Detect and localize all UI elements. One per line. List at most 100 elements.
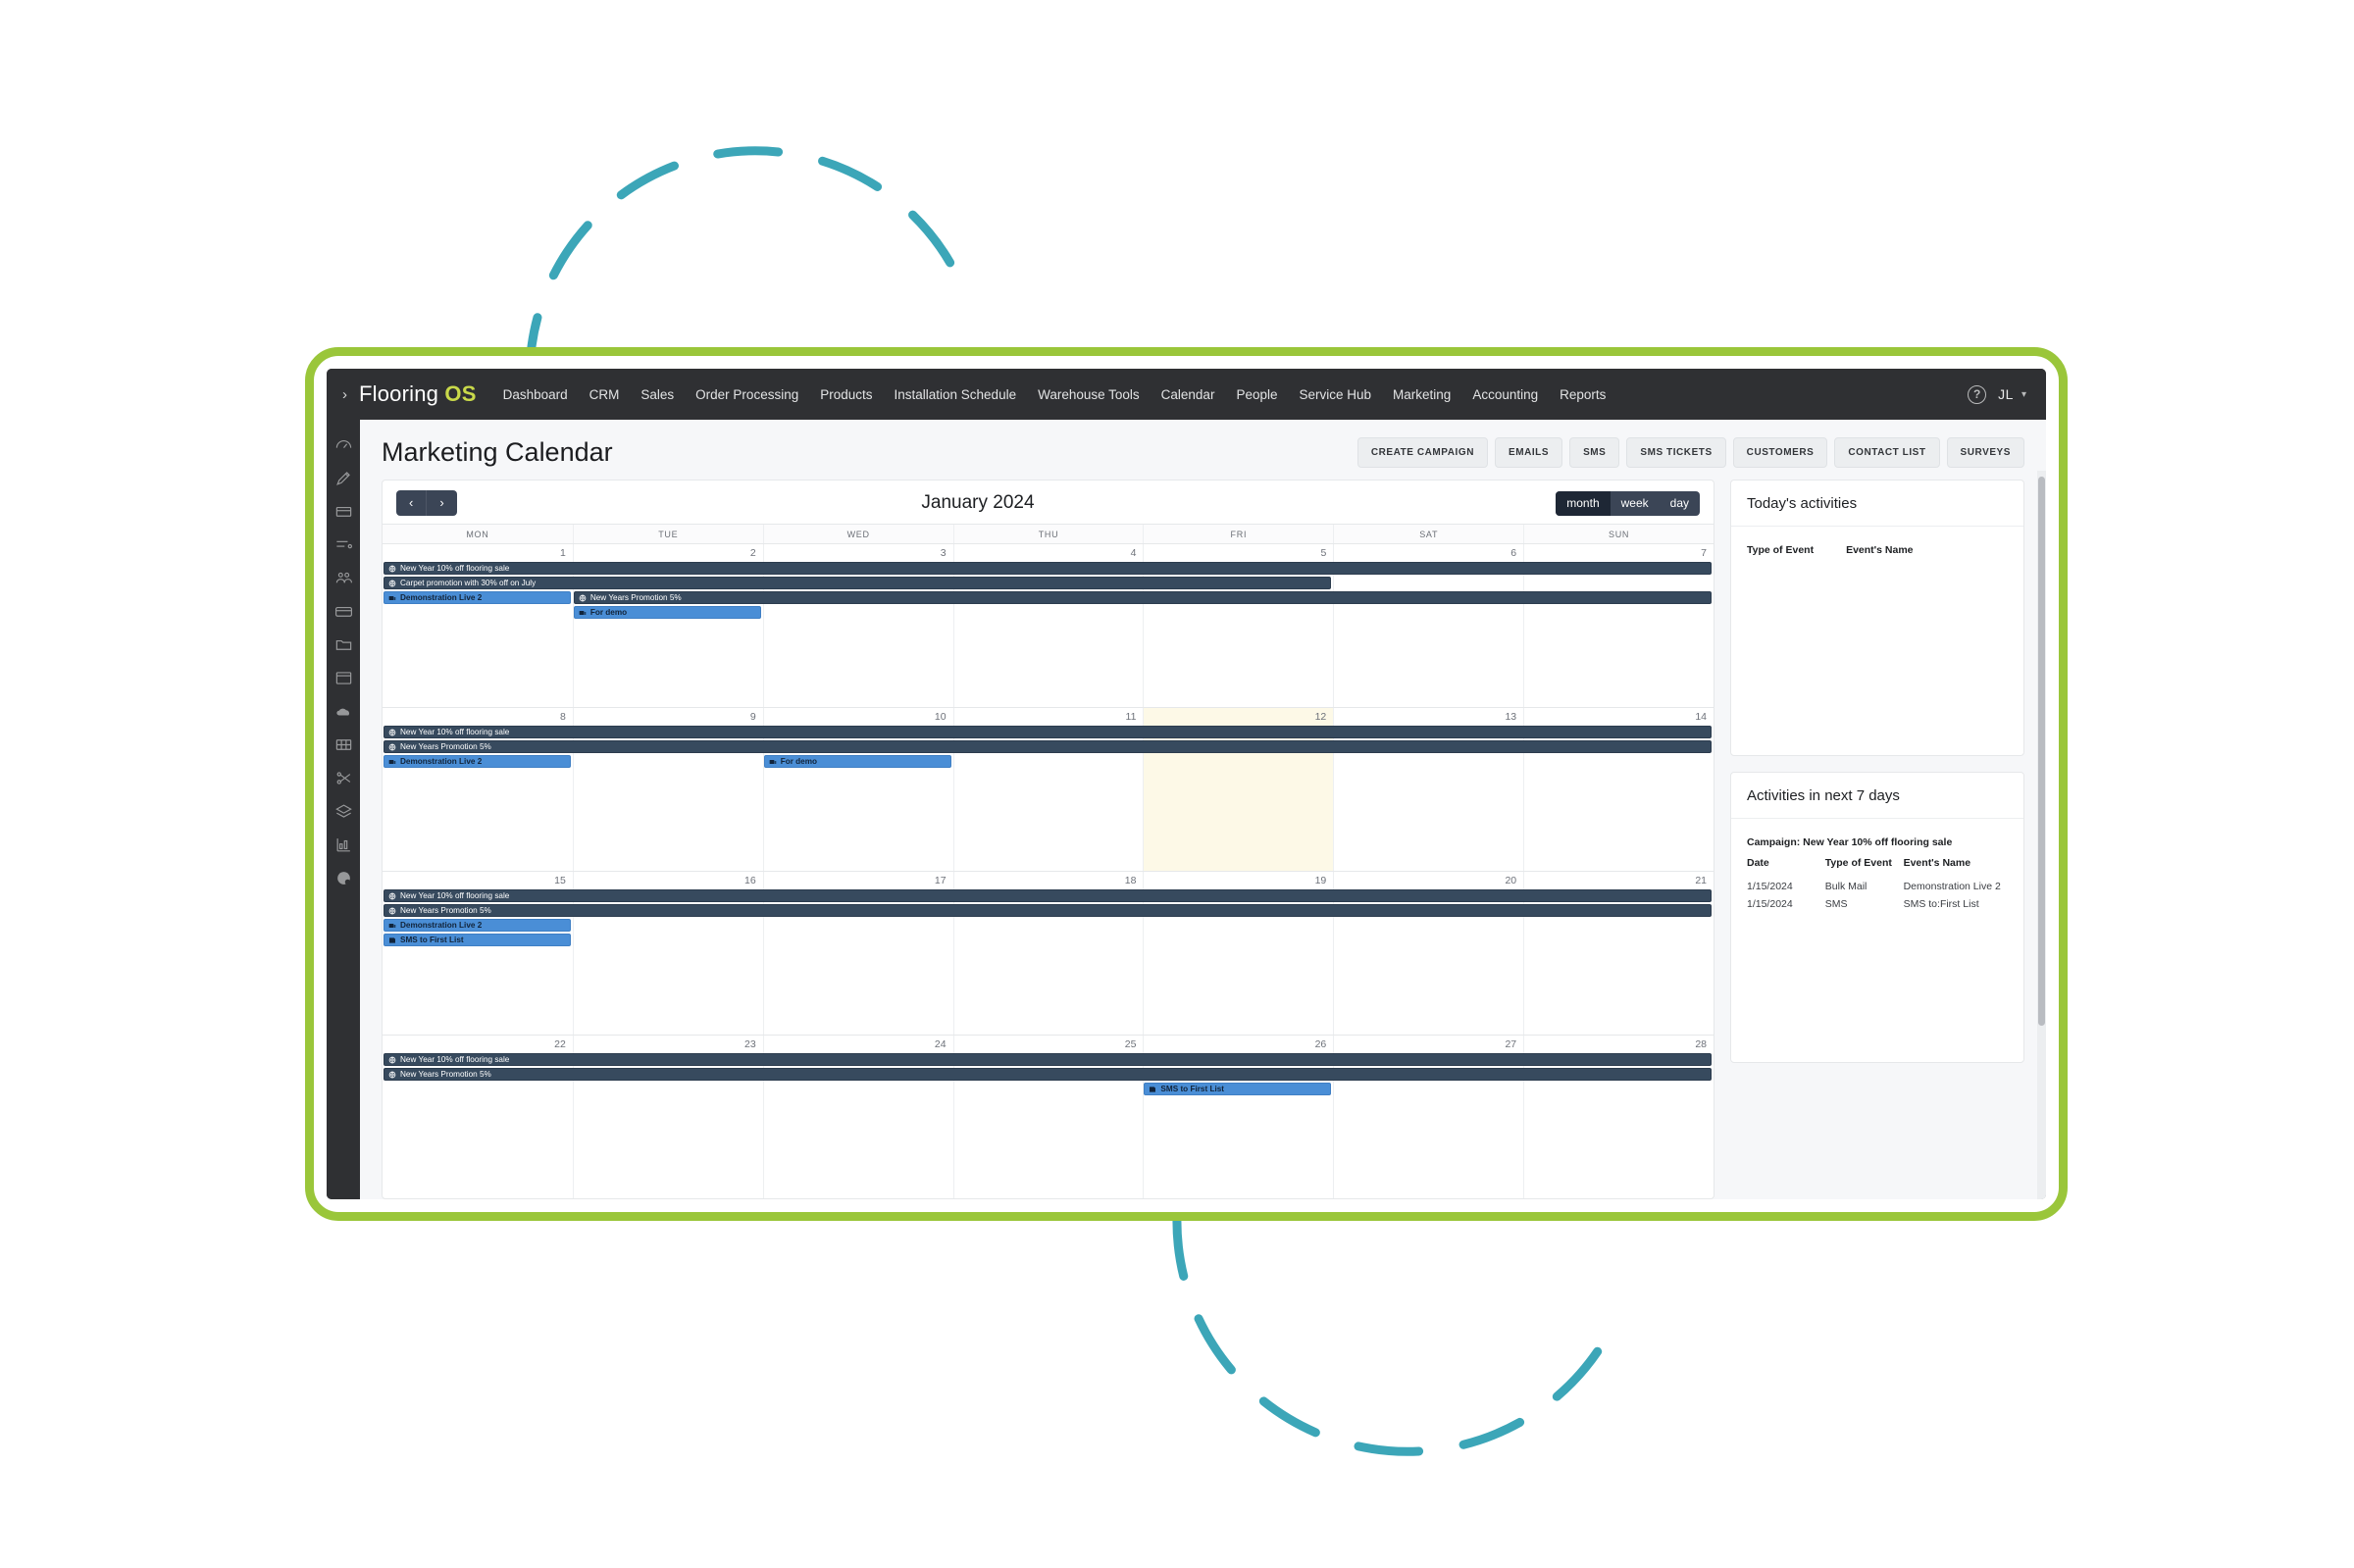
todays-activities-table: Type of Event Event's Name xyxy=(1747,544,2008,565)
next-7-days-panel: Activities in next 7 days Campaign: New … xyxy=(1730,772,2024,1063)
people-icon[interactable] xyxy=(334,569,353,587)
app-scrollbar[interactable] xyxy=(2037,471,2046,1199)
pen-tool-icon[interactable] xyxy=(334,469,353,487)
event-title: Demonstration Live 2 xyxy=(400,593,482,602)
sms-tickets-button[interactable]: SMS TICKETS xyxy=(1626,437,1725,468)
surveys-button[interactable]: SURVEYS xyxy=(1947,437,2024,468)
scrollbar-thumb[interactable] xyxy=(2038,477,2045,1026)
nav-expand-caret-icon[interactable]: › xyxy=(336,387,359,402)
calendar-campaign-bar[interactable]: New Years Promotion 5% xyxy=(384,1068,1712,1081)
event-lane: New Year 10% off flooring sale xyxy=(383,562,1714,575)
calendar-campaign-bar[interactable]: New Year 10% off flooring sale xyxy=(384,726,1712,738)
day-number: 14 xyxy=(1695,711,1707,723)
chevron-down-icon[interactable]: ▾ xyxy=(2021,389,2026,400)
event-lane: New Years Promotion 5% xyxy=(383,1068,1714,1081)
view-day-button[interactable]: day xyxy=(1660,491,1700,516)
nav-link-people[interactable]: People xyxy=(1225,381,1288,408)
calendar-campaign-bar[interactable]: New Year 10% off flooring sale xyxy=(384,562,1712,575)
chart-icon[interactable] xyxy=(334,835,353,854)
event-title: For demo xyxy=(781,757,817,766)
day-number: 19 xyxy=(1315,875,1327,886)
day-number: 6 xyxy=(1510,547,1516,559)
nav-link-reports[interactable]: Reports xyxy=(1549,381,1616,408)
cell-type-of-event: SMS xyxy=(1825,895,1904,913)
nav-link-installation-schedule[interactable]: Installation Schedule xyxy=(884,381,1028,408)
calendar-week-events: New Year 10% off flooring sale New Years … xyxy=(383,1053,1714,1095)
help-icon[interactable]: ? xyxy=(1968,385,1986,404)
brand-logo[interactable]: Flooring OS xyxy=(359,381,477,407)
event-lane: Carpet promotion with 30% off on July xyxy=(383,577,1714,589)
globe-icon[interactable] xyxy=(334,869,353,887)
create-campaign-button[interactable]: CREATE CAMPAIGN xyxy=(1357,437,1488,468)
day-number: 11 xyxy=(1126,711,1137,723)
weekday-sat: SAT xyxy=(1333,525,1523,543)
calendar-campaign-bar[interactable]: New Years Promotion 5% xyxy=(574,591,1712,604)
calendar-view-toggle: month week day xyxy=(1556,491,1700,516)
calendar-campaign-bar[interactable]: New Year 10% off flooring sale xyxy=(384,889,1712,902)
nav-link-service-hub[interactable]: Service Hub xyxy=(1289,381,1383,408)
nav-link-accounting[interactable]: Accounting xyxy=(1461,381,1549,408)
nav-link-crm[interactable]: CRM xyxy=(579,381,631,408)
day-number: 28 xyxy=(1695,1038,1707,1050)
form-icon[interactable] xyxy=(334,535,353,554)
event-lane: New Years Promotion 5% xyxy=(383,740,1714,753)
nav-link-warehouse-tools[interactable]: Warehouse Tools xyxy=(1027,381,1151,408)
header-events-name: Event's Name xyxy=(1904,857,2008,878)
bulk-mail-icon xyxy=(769,758,777,766)
scissors-icon[interactable] xyxy=(334,769,353,787)
nav-link-dashboard[interactable]: Dashboard xyxy=(492,381,579,408)
header-type-of-event: Type of Event xyxy=(1747,544,1846,565)
cell-type-of-event: Bulk Mail xyxy=(1825,878,1904,895)
folder-icon[interactable] xyxy=(334,635,353,654)
box-icon[interactable] xyxy=(334,502,353,521)
calendar-activity-bar[interactable]: For demo xyxy=(574,606,761,619)
grid-icon[interactable] xyxy=(334,735,353,754)
nav-link-order-processing[interactable]: Order Processing xyxy=(685,381,809,408)
calendar-card: ‹ › January 2024 month week day xyxy=(382,480,1714,1199)
calendar-activity-bar[interactable]: For demo xyxy=(764,755,951,768)
calendar-activity-bar[interactable]: Demonstration Live 2 xyxy=(384,591,571,604)
card-icon[interactable] xyxy=(334,602,353,621)
nav-link-calendar[interactable]: Calendar xyxy=(1151,381,1226,408)
nav-link-marketing[interactable]: Marketing xyxy=(1382,381,1461,408)
calendar-activity-bar[interactable]: SMS to First List xyxy=(384,934,571,946)
nav-link-sales[interactable]: Sales xyxy=(630,381,685,408)
day-number: 23 xyxy=(744,1038,756,1050)
calendar-activity-bar[interactable]: SMS to First List xyxy=(1144,1083,1331,1095)
gauge-icon[interactable] xyxy=(334,435,353,454)
event-title: SMS to First List xyxy=(1160,1085,1224,1093)
sms-button[interactable]: SMS xyxy=(1569,437,1619,468)
view-week-button[interactable]: week xyxy=(1611,491,1660,516)
cell-date: 1/15/2024 xyxy=(1747,878,1825,895)
cloud-icon[interactable] xyxy=(334,702,353,721)
day-number: 27 xyxy=(1505,1038,1516,1050)
calendar-campaign-bar[interactable]: Carpet promotion with 30% off on July xyxy=(384,577,1331,589)
table-row[interactable]: 1/15/2024SMSSMS to:First List xyxy=(1747,895,2008,913)
nav-links: Dashboard CRM Sales Order Processing Pro… xyxy=(492,381,1969,408)
calendar-activity-bar[interactable]: Demonstration Live 2 xyxy=(384,755,571,768)
layers-icon[interactable] xyxy=(334,802,353,821)
table-row[interactable]: 1/15/2024Bulk MailDemonstration Live 2 xyxy=(1747,878,2008,895)
decorative-arc-bottom xyxy=(1157,1206,1648,1491)
event-lane: Demonstration Live 2 xyxy=(383,919,1714,932)
globe-icon xyxy=(388,907,396,915)
globe-icon xyxy=(388,743,396,751)
calendar-campaign-bar[interactable]: New Years Promotion 5% xyxy=(384,904,1712,917)
day-number: 4 xyxy=(1131,547,1137,559)
nav-link-products[interactable]: Products xyxy=(809,381,883,408)
user-avatar-initials[interactable]: JL xyxy=(1998,386,2014,402)
calendar-campaign-bar[interactable]: New Years Promotion 5% xyxy=(384,740,1712,753)
calendar-activity-bar[interactable]: Demonstration Live 2 xyxy=(384,919,571,932)
day-number: 7 xyxy=(1701,547,1707,559)
top-navigation-bar: › Flooring OS Dashboard CRM Sales Order … xyxy=(327,369,2046,420)
event-lane: Demonstration Live 2 For demo xyxy=(383,755,1714,768)
calendar-campaign-bar[interactable]: New Year 10% off flooring sale xyxy=(384,1053,1712,1066)
view-month-button[interactable]: month xyxy=(1556,491,1610,516)
event-title: Carpet promotion with 30% off on July xyxy=(400,579,536,587)
customers-button[interactable]: CUSTOMERS xyxy=(1733,437,1828,468)
contact-list-button[interactable]: CONTACT LIST xyxy=(1834,437,1939,468)
window-icon[interactable] xyxy=(334,669,353,687)
weekday-sun: SUN xyxy=(1523,525,1714,543)
globe-icon xyxy=(388,892,396,900)
emails-button[interactable]: EMAILS xyxy=(1495,437,1562,468)
